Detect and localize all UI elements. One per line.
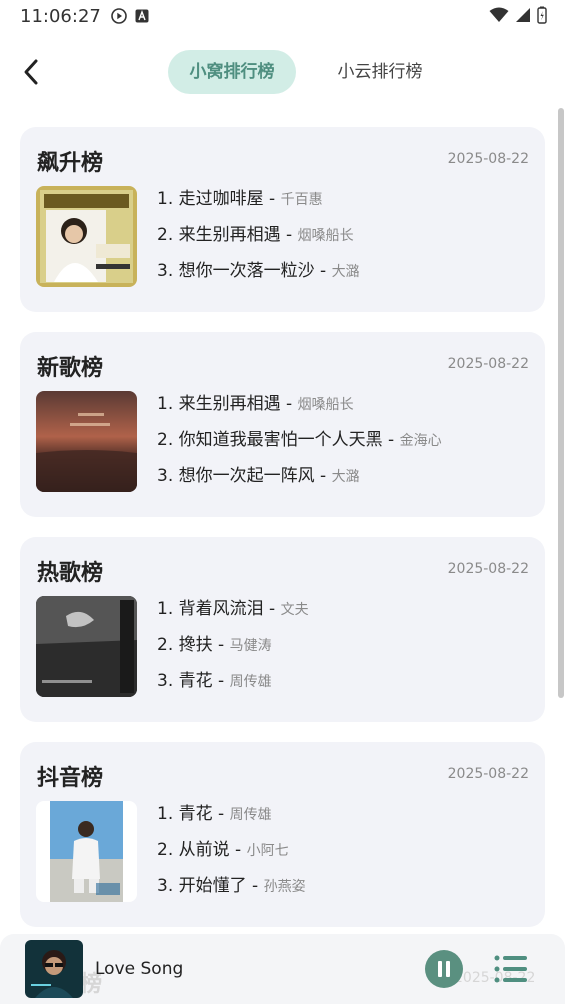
song-rank: 3. xyxy=(157,261,174,281)
list-item[interactable]: 2. 你知道我最害怕一个人天黑 - 金海心 xyxy=(157,427,442,463)
tab-xiaoyun-chart[interactable]: 小云排行榜 xyxy=(320,50,440,94)
song-artist: 金海心 xyxy=(399,433,442,449)
card-date: 2025-08-22 xyxy=(447,356,529,372)
song-rank: 2. xyxy=(157,840,174,860)
album-cover xyxy=(36,391,137,492)
song-rank: 1. xyxy=(157,394,174,414)
list-item[interactable]: 3. 想你一次落一粒沙 - 大潞 xyxy=(157,258,360,294)
song-artist: 小阿七 xyxy=(246,843,289,859)
card-date: 2025-08-22 xyxy=(447,766,529,782)
list-item[interactable]: 3. 开始懂了 - 孙燕姿 xyxy=(157,873,306,909)
song-rank: 3. xyxy=(157,876,174,896)
card-date: 2025-08-22 xyxy=(447,561,529,577)
album-cover xyxy=(36,186,137,287)
song-artist: 文夫 xyxy=(280,602,309,618)
album-cover xyxy=(36,801,137,902)
list-item[interactable]: 3. 青花 - 周传雄 xyxy=(157,668,309,704)
pause-icon xyxy=(438,961,450,977)
chevron-left-icon xyxy=(24,59,38,85)
song-rank: 3. xyxy=(157,671,174,691)
song-rank: 2. xyxy=(157,225,174,245)
list-item[interactable]: 1. 走过咖啡屋 - 千百惠 xyxy=(157,186,360,222)
signal-icon xyxy=(515,7,531,28)
card-title: 热歌榜 xyxy=(37,561,104,586)
chart-card-douyin[interactable]: 抖音榜 2025-08-22 1. 青花 - 周传雄 2. 从前说 - 小阿七 … xyxy=(20,742,545,927)
song-artist: 大潞 xyxy=(331,469,360,485)
song-artist: 周传雄 xyxy=(229,807,272,823)
battery-icon xyxy=(537,6,547,29)
song-rank: 2. xyxy=(157,430,174,450)
list-item[interactable]: 1. 来生别再相遇 - 烟嗓船长 xyxy=(157,391,442,427)
song-name: 走过咖啡屋 xyxy=(178,189,264,209)
song-rank: 3. xyxy=(157,466,174,486)
song-artist: 千百惠 xyxy=(280,192,323,208)
status-bar: 11:06:27 xyxy=(0,0,565,32)
song-list: 1. 背着风流泪 - 文夫 2. 搀扶 - 马健涛 3. 青花 - 周传雄 xyxy=(157,596,309,704)
mini-player[interactable]: 榜 2025-08-22 Love Song xyxy=(0,934,565,1004)
pause-button[interactable] xyxy=(425,950,463,988)
media-play-icon xyxy=(111,8,127,24)
list-item[interactable]: 2. 搀扶 - 马健涛 xyxy=(157,632,309,668)
chart-card-new-songs[interactable]: 新歌榜 2025-08-22 1. 来生别再相遇 - 烟嗓船长 2. 你知道我最… xyxy=(20,332,545,517)
song-name: 背着风流泪 xyxy=(178,599,264,619)
song-list: 1. 青花 - 周传雄 2. 从前说 - 小阿七 3. 开始懂了 - 孙燕姿 xyxy=(157,801,306,909)
card-title: 抖音榜 xyxy=(37,766,104,791)
song-name: 来生别再相遇 xyxy=(178,394,281,414)
status-time: 11:06:27 xyxy=(20,5,101,27)
list-item[interactable]: 1. 青花 - 周传雄 xyxy=(157,801,306,837)
song-artist: 孙燕姿 xyxy=(263,879,306,895)
list-item[interactable]: 2. 从前说 - 小阿七 xyxy=(157,837,306,873)
song-list: 1. 来生别再相遇 - 烟嗓船长 2. 你知道我最害怕一个人天黑 - 金海心 3… xyxy=(157,391,442,499)
song-artist: 周传雄 xyxy=(229,674,272,690)
song-artist: 烟嗓船长 xyxy=(297,397,354,413)
list-item[interactable]: 1. 背着风流泪 - 文夫 xyxy=(157,596,309,632)
song-name: 你知道我最害怕一个人天黑 xyxy=(178,430,383,450)
player-album-cover[interactable] xyxy=(25,940,83,998)
song-name: 从前说 xyxy=(178,840,230,860)
scrollbar[interactable] xyxy=(558,108,564,698)
song-name: 来生别再相遇 xyxy=(178,225,281,245)
tab-xiaowo-chart[interactable]: 小窝排行榜 xyxy=(168,50,296,94)
song-rank: 1. xyxy=(157,804,174,824)
card-title: 新歌榜 xyxy=(37,356,104,381)
header: 小窝排行榜 小云排行榜 xyxy=(0,48,565,98)
notification-a-icon xyxy=(135,9,149,23)
player-song-title: Love Song xyxy=(95,959,184,979)
song-rank: 1. xyxy=(157,189,174,209)
song-name: 青花 xyxy=(178,671,213,691)
chart-card-soaring[interactable]: 飙升榜 2025-08-22 1. 走过咖啡屋 - 千百惠 2. 来生别再相遇 … xyxy=(20,127,545,312)
song-artist: 马健涛 xyxy=(229,638,272,654)
card-title: 飙升榜 xyxy=(37,151,104,176)
album-cover xyxy=(36,596,137,697)
back-button[interactable] xyxy=(14,54,50,90)
song-name: 想你一次起一阵风 xyxy=(178,466,315,486)
song-name: 开始懂了 xyxy=(178,876,247,896)
song-list: 1. 走过咖啡屋 - 千百惠 2. 来生别再相遇 - 烟嗓船长 3. 想你一次落… xyxy=(157,186,360,294)
song-name: 想你一次落一粒沙 xyxy=(178,261,315,281)
list-item[interactable]: 2. 来生别再相遇 - 烟嗓船长 xyxy=(157,222,360,258)
song-name: 搀扶 xyxy=(178,635,213,655)
song-artist: 大潞 xyxy=(331,264,360,280)
playlist-button[interactable] xyxy=(494,953,528,985)
playlist-icon xyxy=(494,955,527,983)
list-item[interactable]: 3. 想你一次起一阵风 - 大潞 xyxy=(157,463,442,499)
song-artist: 烟嗓船长 xyxy=(297,228,354,244)
song-rank: 1. xyxy=(157,599,174,619)
card-date: 2025-08-22 xyxy=(447,151,529,167)
song-rank: 2. xyxy=(157,635,174,655)
wifi-icon xyxy=(489,7,509,28)
song-name: 青花 xyxy=(178,804,213,824)
chart-card-hot-songs[interactable]: 热歌榜 2025-08-22 1. 背着风流泪 - 文夫 2. 搀扶 - 马健涛… xyxy=(20,537,545,722)
